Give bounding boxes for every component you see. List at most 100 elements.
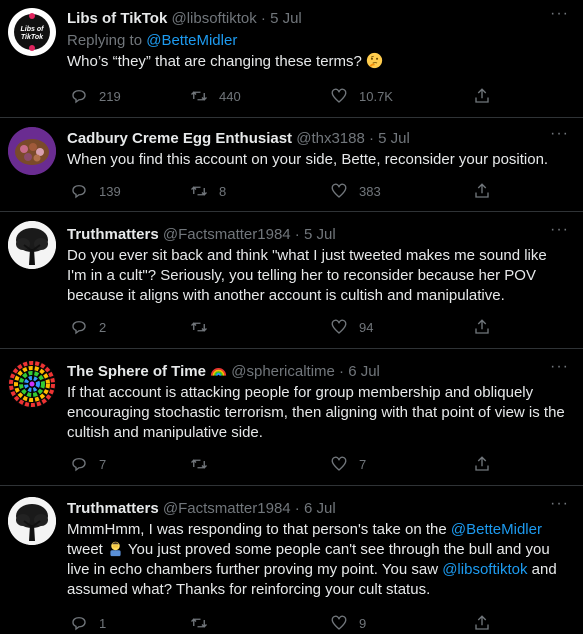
heart-icon [331,615,347,630]
more-options-icon[interactable]: ··· [550,358,569,376]
avatar-thx3188[interactable] [8,127,56,175]
spiral-spheres-avatar-icon [8,360,56,408]
retweet-button[interactable] [190,614,219,632]
person-facepalming-icon [110,541,121,557]
reply-icon [72,321,86,335]
tweet-1[interactable]: Libs of TikTok Libs of TikTok @libsoftik… [0,0,583,118]
display-name[interactable]: The Sphere of Time [67,363,206,380]
tweet-actions: 139 8 383 [67,182,569,202]
display-name[interactable]: Cadbury Creme Egg Enthusiast [67,130,292,147]
like-button[interactable]: 7 [330,455,366,473]
reply-icon [72,90,86,104]
svg-text:Libs of: Libs of [21,26,45,33]
timestamp[interactable]: 5 Jul [378,130,410,147]
reply-button[interactable]: 1 [70,614,106,632]
share-icon [475,88,489,103]
svg-text:TikTok: TikTok [21,34,44,41]
mention-link[interactable]: @BetteMidler [451,521,542,538]
handle[interactable]: @Factsmatter1984 [163,226,291,243]
share-button[interactable] [473,318,491,336]
heart-icon [331,88,347,103]
timestamp[interactable]: 5 Jul [304,226,336,243]
rainbow-icon [210,367,227,376]
replying-to-label: Replying to [67,32,143,49]
display-name[interactable]: Libs of TikTok [67,10,167,27]
share-icon [475,456,489,471]
timestamp[interactable]: 5 Jul [270,10,302,27]
handle[interactable]: @Factsmatter1984 [163,500,291,517]
retweet-button[interactable] [190,455,219,473]
reply-icon [72,185,86,199]
like-count: 7 [359,456,367,472]
like-button[interactable]: 10.7K [330,87,393,105]
avatar-factsmatter1984[interactable] [8,497,56,545]
tweet-actions: 1 9 [67,614,569,634]
libsoftiktok-logo-icon: Libs of TikTok [10,10,54,54]
tweet-header: The Sphere of Time @sphericaltime · 6 Ju… [67,362,569,381]
retweet-icon [191,618,207,628]
reply-button[interactable]: 219 [70,87,121,105]
share-button[interactable] [473,455,491,473]
tweet-header: Truthmatters @Factsmatter1984 · 6 Jul [67,499,569,518]
tweet-actions: 219 440 10.7K [67,87,569,107]
tree-avatar-icon [8,221,56,269]
tweet-header: Cadbury Creme Egg Enthusiast @thx3188 · … [67,129,569,148]
timestamp[interactable]: 6 Jul [304,500,336,517]
replying-to: Replying to @BetteMidler [67,31,569,50]
display-name[interactable]: Truthmatters [67,500,159,517]
handle[interactable]: @sphericaltime [231,363,335,380]
reply-button[interactable]: 7 [70,455,106,473]
mention-link[interactable]: @BetteMidler [146,32,237,49]
retweet-icon [191,186,207,196]
more-options-icon[interactable]: ··· [550,5,569,23]
separator: · [334,363,349,380]
retweet-button[interactable] [190,318,219,336]
timestamp[interactable]: 6 Jul [348,363,380,380]
reply-button[interactable]: 2 [70,318,106,336]
like-count: 383 [359,183,381,199]
avatar-sphericaltime[interactable] [8,360,56,408]
avatar-factsmatter1984[interactable] [8,221,56,269]
reply-count: 2 [99,319,107,335]
heart-icon [331,456,347,471]
tweet-2[interactable]: Cadbury Creme Egg Enthusiast @thx3188 · … [0,118,583,212]
display-name[interactable]: Truthmatters [67,226,159,243]
share-button[interactable] [473,87,491,105]
separator: · [364,130,379,147]
handle[interactable]: @libsoftiktok [171,10,256,27]
tweet-text: MmmHmm, I was responding to that person'… [67,520,569,600]
reply-count: 1 [99,615,107,631]
share-icon [475,319,489,334]
like-button[interactable]: 9 [330,614,366,632]
tweet-3[interactable]: Truthmatters @Factsmatter1984 · 5 Jul Do… [0,212,583,349]
tweet-text-part: tweet [67,541,108,558]
tweet-text: When you find this account on your side,… [67,151,549,168]
more-options-icon[interactable]: ··· [550,495,569,513]
share-icon [475,615,489,630]
retweet-icon [191,322,207,332]
like-button[interactable]: 94 [330,318,373,336]
retweet-button[interactable]: 8 [190,182,226,200]
share-button[interactable] [473,182,491,200]
avatar-libsoftiktok[interactable]: Libs of TikTok [8,8,56,56]
tweet-actions: 7 7 [67,455,569,475]
tweet-text: Do you ever sit back and think "what I j… [67,247,547,304]
more-options-icon[interactable]: ··· [550,221,569,239]
separator: · [290,500,304,517]
more-options-icon[interactable]: ··· [550,125,569,143]
handle[interactable]: @thx3188 [296,130,365,147]
mention-link[interactable]: @libsoftiktok [442,561,527,578]
tweet-5[interactable]: Truthmatters @Factsmatter1984 · 6 Jul Mm… [0,486,583,631]
share-button[interactable] [473,614,491,632]
tweet-4[interactable]: The Sphere of Time @sphericaltime · 6 Ju… [0,349,583,486]
reply-count: 7 [99,456,107,472]
tweet-text: If that account is attacking people for … [67,384,565,441]
retweet-button[interactable]: 440 [190,87,241,105]
tweet-text-part: MmmHmm, I was responding to that person'… [67,521,451,538]
heart-icon [331,319,347,334]
reply-count: 139 [99,183,121,199]
thinking-face-icon [366,52,383,69]
reply-button[interactable]: 139 [70,182,121,200]
like-button[interactable]: 383 [330,182,381,200]
tweet-header: Truthmatters @Factsmatter1984 · 5 Jul [67,225,569,244]
